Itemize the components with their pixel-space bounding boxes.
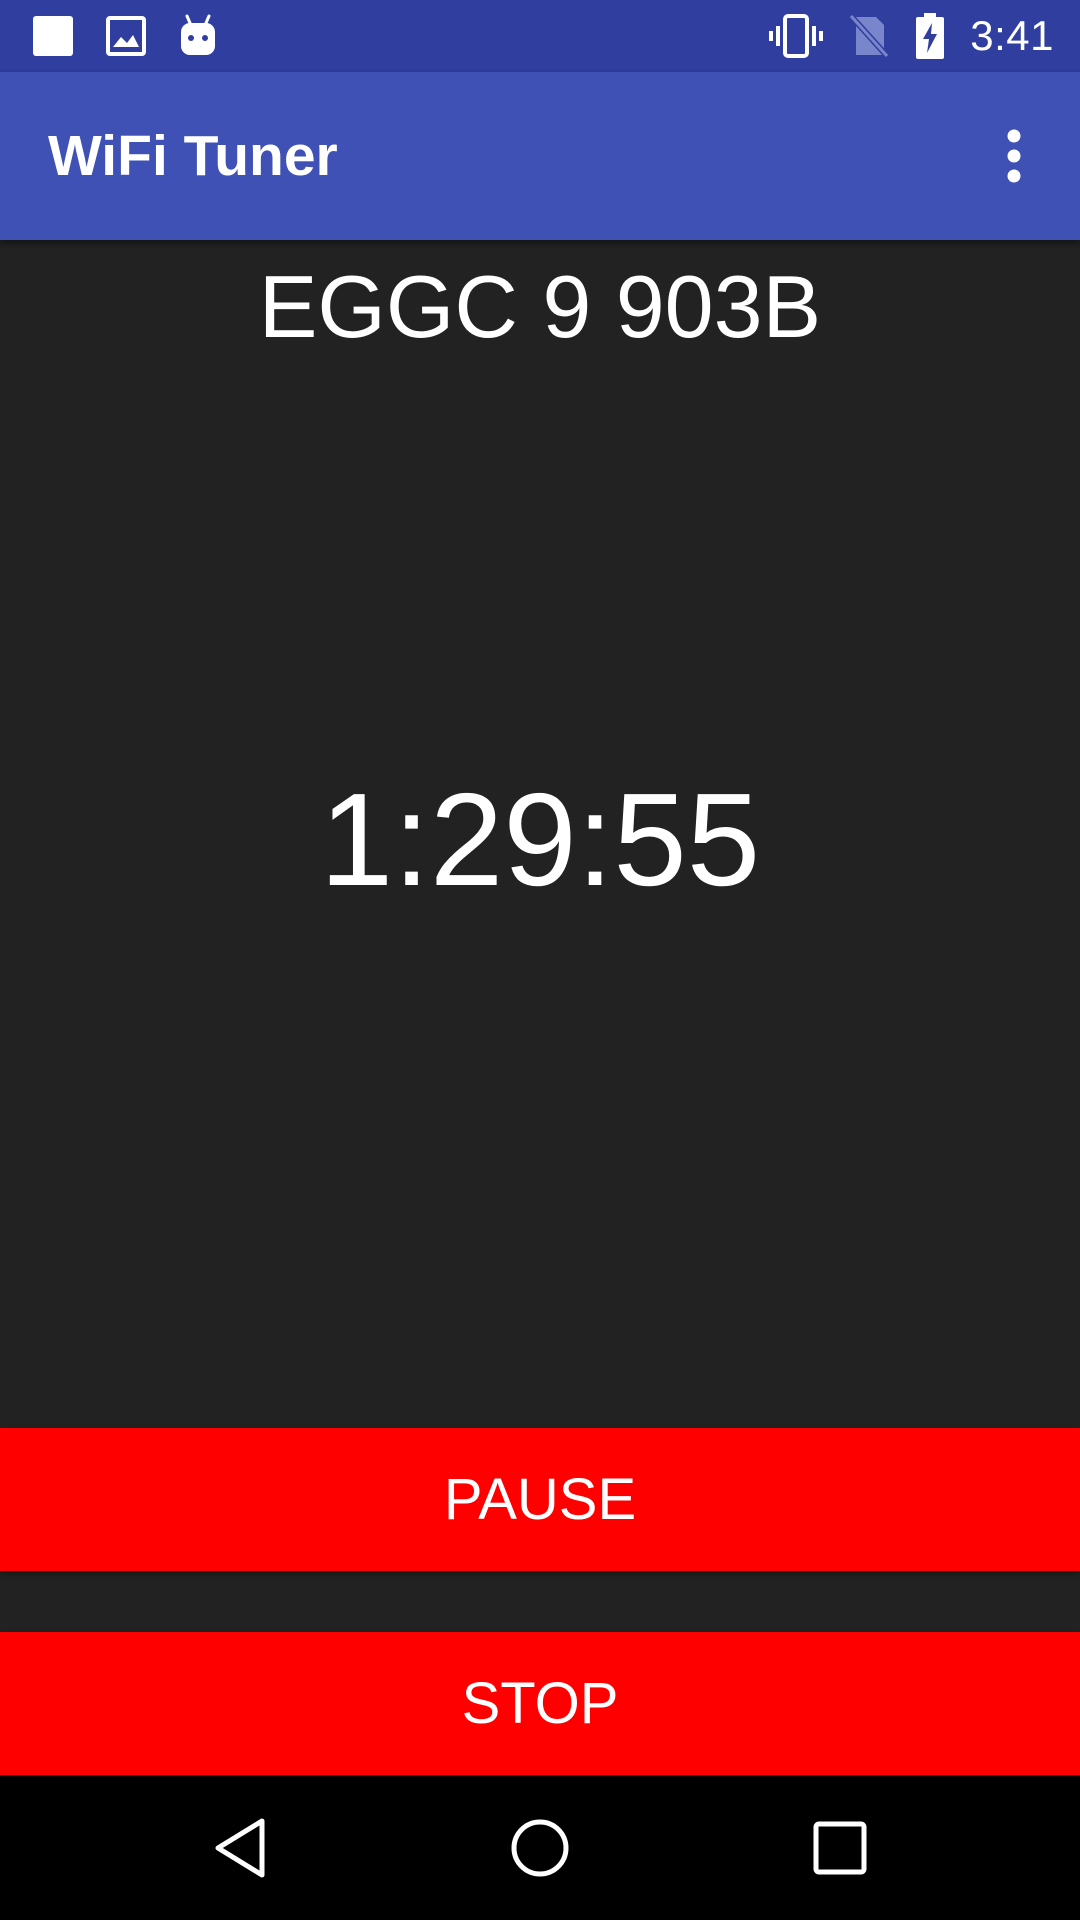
network-name: EGGC 9 903B	[258, 257, 822, 356]
system-status-icons: 3:41	[768, 0, 1054, 72]
notification-icons	[32, 0, 218, 72]
navigation-bar	[0, 1776, 1080, 1920]
pause-button[interactable]: PAUSE	[0, 1428, 1080, 1571]
back-icon[interactable]	[160, 1776, 320, 1920]
status-bar: 3:41	[0, 0, 1080, 72]
status-time: 3:41	[970, 12, 1054, 59]
more-vert-icon[interactable]	[972, 114, 1056, 198]
recents-icon[interactable]	[760, 1776, 920, 1920]
battery-charging-icon	[914, 12, 946, 60]
android-notification-icon	[178, 14, 218, 58]
timer-display: 1:29:55	[319, 766, 761, 913]
square-notification-icon	[32, 15, 74, 57]
screen: 3:41 WiFi Tuner EGGC 9 903B 1:29:55 PAUS…	[0, 0, 1080, 1920]
stop-button[interactable]: STOP	[0, 1632, 1080, 1775]
vibrate-icon	[768, 14, 824, 58]
no-sim-icon	[848, 13, 890, 59]
app-title: WiFi Tuner	[48, 124, 338, 188]
app-bar: WiFi Tuner	[0, 72, 1080, 240]
home-icon[interactable]	[460, 1776, 620, 1920]
image-notification-icon	[106, 16, 146, 56]
